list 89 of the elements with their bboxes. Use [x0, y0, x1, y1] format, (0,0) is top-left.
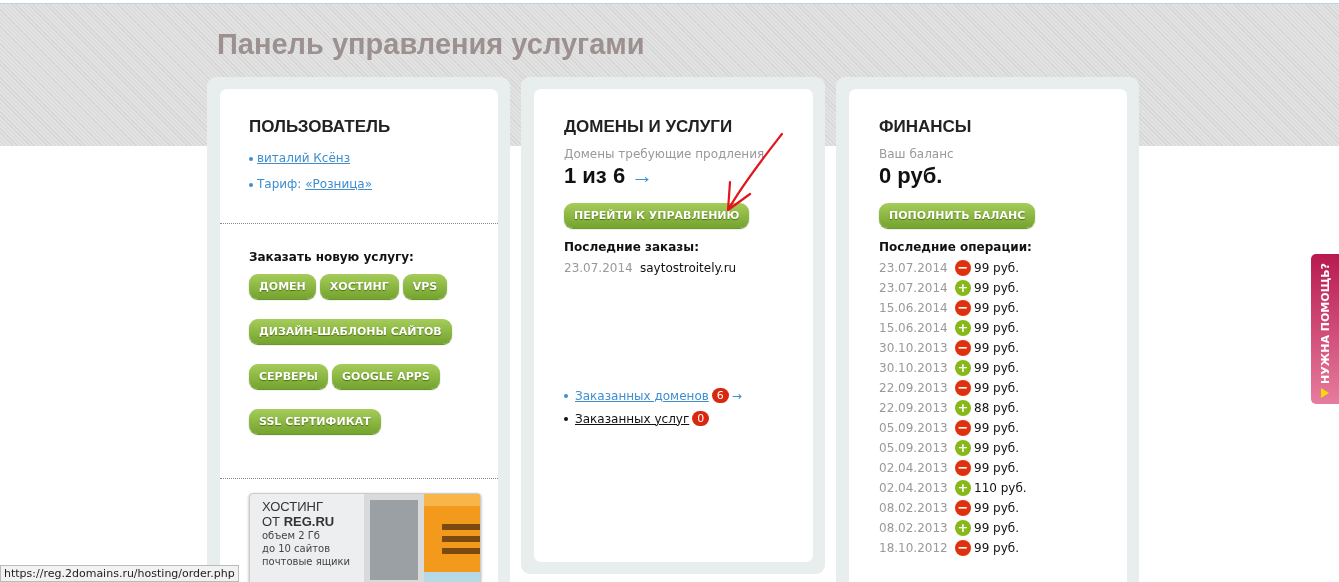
banner-text: почтовые ящики — [262, 555, 352, 568]
operation-amount: 99 руб. — [974, 421, 1020, 435]
operation-date: 30.10.2013 — [879, 341, 949, 355]
operation-date: 08.02.2013 — [879, 501, 949, 515]
operation-date: 08.02.2013 — [879, 521, 949, 535]
operation-amount: 99 руб. — [974, 261, 1020, 275]
balance-label: Ваш баланс — [879, 147, 955, 161]
operation-amount: 99 руб. — [974, 301, 1020, 315]
minus-sign: − — [955, 300, 971, 316]
operation-amount: 110 руб. — [974, 481, 1027, 495]
orders-link[interactable]: Заказанных услуг — [575, 411, 690, 426]
operation-date: 05.09.2013 — [879, 441, 949, 455]
operation-date: 23.07.2014 — [879, 281, 949, 295]
bullet-icon — [564, 393, 568, 398]
service-button[interactable]: VPS — [402, 274, 448, 299]
service-button[interactable]: ХОСТИНГ — [319, 274, 399, 299]
operation-date: 05.09.2013 — [879, 421, 949, 435]
operation-amount: 99 руб. — [974, 281, 1020, 295]
operation-date: 22.09.2013 — [879, 381, 949, 395]
plus-sign: + — [955, 480, 971, 496]
page-title: Панель управления услугами — [217, 27, 646, 62]
manage-button[interactable]: ПЕРЕЙТИ К УПРАВЛЕНИЮ — [564, 203, 750, 228]
operation-amount: 99 руб. — [974, 321, 1020, 335]
arrow-link[interactable]: → — [631, 163, 654, 188]
orders-link[interactable]: Заказанных доменов — [575, 388, 709, 403]
service-button[interactable]: ДИЗАЙН-ШАБЛОНЫ САЙТОВ — [249, 319, 452, 344]
order-heading: Заказать новую услугу: — [249, 250, 415, 264]
hosting-banner[interactable]: ХОСТИНГ ОТ REG.RU объем 2 Гб до 10 сайтов почтовые ящики — [249, 493, 481, 582]
help-tab[interactable]: НУЖНА ПОМОЩЬ? — [1311, 254, 1339, 404]
renew-label: Домены требующие продления — [564, 147, 766, 161]
service-button[interactable]: ДОМЕН — [249, 274, 316, 299]
operation-date: 18.10.2012 — [879, 541, 949, 555]
operation-amount: 99 руб. — [974, 461, 1020, 475]
service-button[interactable]: SSL СЕРТИФИКАТ — [249, 409, 381, 434]
user-name-link[interactable]: виталий Ксёнз — [257, 151, 351, 165]
section-heading: ФИНАНСЫ — [879, 117, 973, 137]
minus-sign: − — [955, 340, 971, 356]
operation-date: 02.04.2013 — [879, 481, 949, 495]
plus-sign: + — [955, 280, 971, 296]
service-button[interactable]: GOOGLE APPS — [332, 364, 440, 389]
operation-date: 02.04.2013 — [879, 461, 949, 475]
renew-count: 1 из 6 — [564, 163, 626, 188]
count-badge: 0 — [692, 411, 710, 426]
operation-date: 15.06.2014 — [879, 321, 949, 335]
operation-date: 30.10.2013 — [879, 361, 949, 375]
order-date: 23.07.2014 — [564, 260, 634, 277]
operation-amount: 99 руб. — [974, 361, 1020, 375]
triangle-icon — [1321, 388, 1329, 398]
banner-title: ХОСТИНГ — [262, 499, 325, 514]
plus-sign: + — [955, 400, 971, 416]
minus-sign: − — [955, 260, 971, 276]
bullet-icon — [564, 416, 568, 421]
operation-date: 15.06.2014 — [879, 301, 949, 315]
banner-text: до 10 сайтов — [262, 542, 332, 555]
operation-amount: 88 руб. — [974, 401, 1020, 415]
status-url: https://reg.2domains.ru/hosting/order.php — [0, 565, 239, 582]
balance-amount: 0 руб. — [879, 163, 944, 189]
operation-amount: 99 руб. — [974, 381, 1020, 395]
section-heading: ДОМЕНЫ И УСЛУГИ — [564, 117, 734, 137]
minus-sign: − — [955, 460, 971, 476]
service-button[interactable]: СЕРВЕРЫ — [249, 364, 328, 389]
operations-heading: Последние операции: — [879, 240, 1033, 254]
operation-amount: 99 руб. — [974, 341, 1020, 355]
order-domain: saytostroitely.ru — [640, 261, 737, 275]
banner-title: ОТ REG.RU — [262, 514, 336, 529]
topup-button[interactable]: ПОПОЛНИТЬ БАЛАНС — [879, 203, 1036, 228]
bullet-icon — [249, 156, 253, 161]
minus-sign: − — [955, 380, 971, 396]
operation-date: 23.07.2014 — [879, 261, 949, 275]
section-heading: ПОЛЬЗОВАТЕЛЬ — [249, 117, 392, 137]
minus-sign: − — [955, 540, 971, 556]
operation-amount: 99 руб. — [974, 521, 1020, 535]
minus-sign: − — [955, 420, 971, 436]
tariff-label: Тариф: — [257, 177, 302, 191]
operation-amount: 99 руб. — [974, 501, 1020, 515]
operation-amount: 99 руб. — [974, 541, 1020, 555]
minus-sign: − — [955, 500, 971, 516]
arrow-link[interactable]: → — [731, 388, 742, 403]
orders-heading: Последние заказы: — [564, 240, 700, 254]
plus-sign: + — [955, 520, 971, 536]
plus-sign: + — [955, 360, 971, 376]
plus-sign: + — [955, 440, 971, 456]
plus-sign: + — [955, 320, 971, 336]
count-badge: 6 — [711, 388, 729, 403]
tariff-link[interactable]: «Розница» — [305, 177, 373, 191]
bullet-icon — [249, 182, 253, 187]
banner-text: объем 2 Гб — [262, 529, 322, 542]
operation-amount: 99 руб. — [974, 441, 1020, 455]
operation-date: 22.09.2013 — [879, 401, 949, 415]
